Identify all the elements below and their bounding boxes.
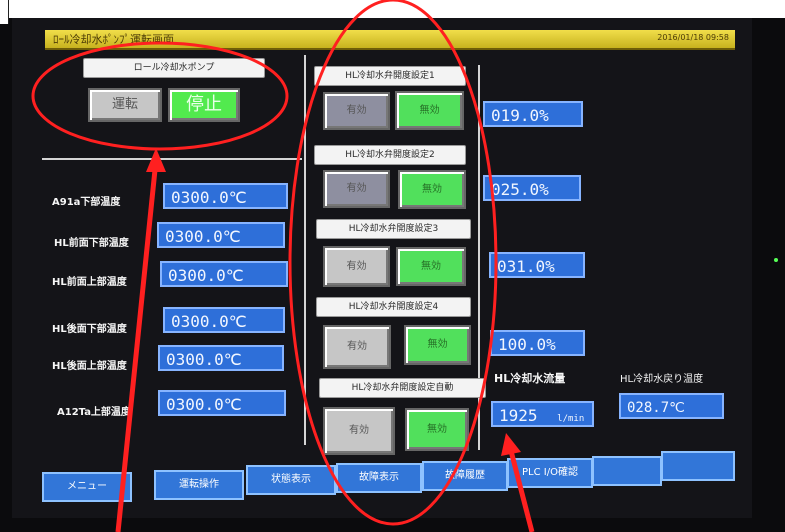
sensor-value-a91a: 0300.0℃ [163, 183, 288, 209]
status-led [774, 258, 778, 262]
sensor-label-hl-front-upper: HL前面上部温度 [52, 277, 127, 288]
nav-blank-button-1[interactable] [592, 456, 662, 486]
image-frame-left [0, 0, 9, 24]
sensor-value-hl-front-upper: 0300.0℃ [160, 261, 288, 287]
return-temp-value: 028.7℃ [619, 393, 724, 419]
valve-1-opening-value: 019.0% [483, 101, 583, 127]
valve-4-disable-button[interactable]: 無効 [404, 325, 471, 365]
sensor-value-a12ta: 0300.0℃ [158, 390, 286, 416]
nav-blank-button-2[interactable] [661, 451, 735, 481]
vertical-divider-left [304, 55, 306, 445]
valve-4-opening-value: 100.0% [490, 330, 585, 356]
sensor-label-a12ta: A12Ta上部温度 [57, 407, 131, 418]
nav-status-button[interactable]: 状態表示 [246, 465, 336, 495]
pump-run-button[interactable]: 運転 [88, 88, 162, 122]
valve-label-auto: HL冷却水弁開度設定自動 [319, 378, 486, 398]
flow-unit: l/min [557, 414, 585, 424]
pump-stop-button[interactable]: 停止 [168, 88, 240, 122]
sensor-value-hl-rear-lower: 0300.0℃ [163, 307, 285, 333]
valve-auto-disable-button[interactable]: 無効 [405, 408, 469, 451]
datetime-display: 2016/01/18 09:58 [657, 33, 729, 42]
valve-2-opening-value: 025.0% [483, 175, 581, 201]
valve-3-disable-button[interactable]: 無効 [396, 247, 466, 286]
pump-label: ロール冷却水ポンプ [83, 58, 265, 78]
nav-fault-display-button[interactable]: 故障表示 [336, 463, 422, 493]
flow-value-box: 1925 l/min [491, 401, 594, 427]
sensor-label-a91a: A91a下部温度 [52, 197, 121, 208]
window-title: ﾛｰﾙ冷却水ﾎﾟﾝﾌﾟ運転画面 [53, 33, 174, 46]
valve-label-1: HL冷却水弁開度設定1 [314, 66, 466, 86]
flow-value: 1925 [499, 406, 538, 425]
valve-4-enable-button[interactable]: 有効 [323, 325, 391, 369]
sensor-label-hl-front-lower: HL前面下部温度 [54, 238, 129, 249]
image-frame-top [0, 0, 785, 18]
return-temp-label: HL冷却水戻り温度 [620, 374, 704, 385]
valve-2-enable-button[interactable]: 有効 [323, 170, 390, 208]
valve-label-3: HL冷却水弁開度設定3 [316, 219, 471, 239]
sensor-label-hl-rear-lower: HL後面下部温度 [52, 324, 127, 335]
title-bar: ﾛｰﾙ冷却水ﾎﾟﾝﾌﾟ運転画面 2016/01/18 09:58 [45, 30, 735, 50]
valve-3-enable-button[interactable]: 有効 [323, 246, 390, 287]
nav-fault-history-button[interactable]: 故障履歴 [422, 461, 508, 491]
valve-3-opening-value: 031.0% [489, 252, 585, 278]
flow-label: HL冷却水流量 [494, 372, 566, 385]
valve-1-enable-button[interactable]: 有効 [323, 92, 390, 130]
horizontal-divider [42, 158, 302, 160]
sensor-value-hl-rear-upper: 0300.0℃ [158, 345, 284, 371]
nav-menu-button[interactable]: メニュー [42, 472, 132, 502]
nav-plc-io-button[interactable]: PLC I/O確認 [507, 458, 593, 488]
valve-2-disable-button[interactable]: 無効 [398, 170, 466, 209]
sensor-label-hl-rear-upper: HL後面上部温度 [52, 361, 127, 372]
valve-label-4: HL冷却水弁開度設定4 [316, 297, 471, 317]
sensor-value-hl-front-lower: 0300.0℃ [157, 222, 285, 248]
valve-1-disable-button[interactable]: 無効 [395, 91, 464, 130]
valve-auto-enable-button[interactable]: 有効 [323, 407, 395, 455]
valve-label-2: HL冷却水弁開度設定2 [314, 145, 466, 165]
nav-operation-button[interactable]: 運転操作 [154, 470, 244, 500]
